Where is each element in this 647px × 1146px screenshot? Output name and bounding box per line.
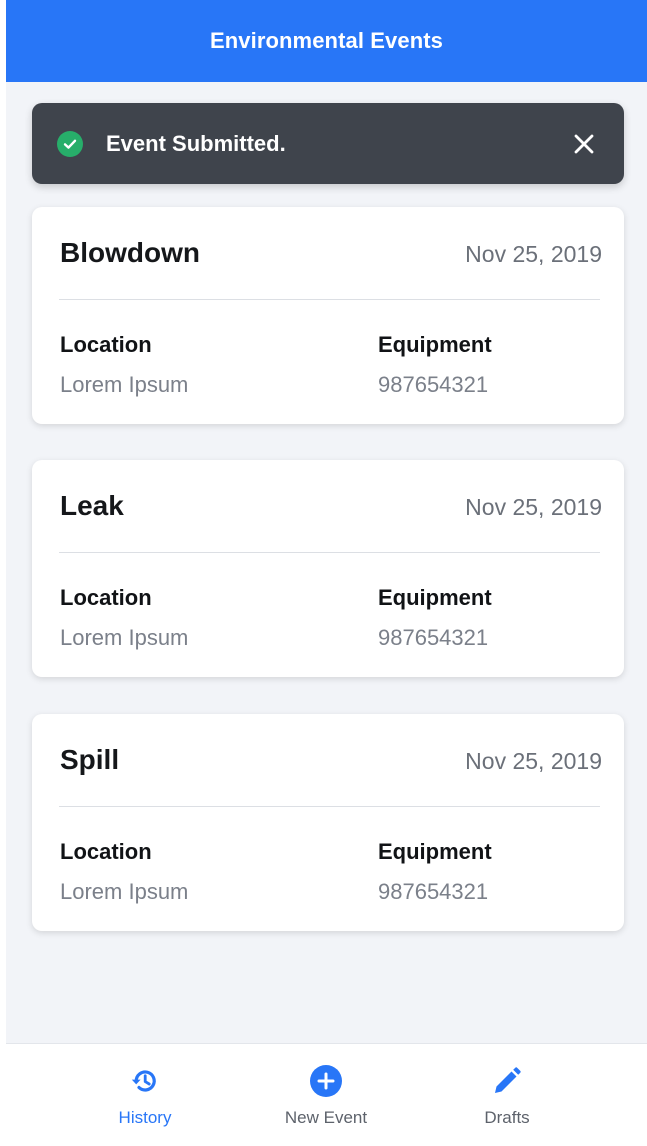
divider: [59, 299, 600, 300]
tab-new-event[interactable]: New Event: [251, 1044, 401, 1146]
check-circle-icon: [57, 130, 83, 157]
event-card-spill[interactable]: Spill Nov 25, 2019 Location Lorem Ipsum …: [32, 714, 624, 931]
event-title: Spill: [60, 744, 120, 775]
location-value: Lorem Ipsum: [60, 625, 189, 650]
tab-label: History: [118, 1108, 172, 1127]
tab-label: Drafts: [484, 1108, 530, 1127]
app-screen: Environmental Events Event Submitted. Bl…: [0, 0, 647, 1146]
event-title: Leak: [60, 490, 124, 521]
location-label: Location: [60, 585, 152, 610]
close-icon: [574, 134, 594, 153]
pencil-icon: [490, 1064, 524, 1098]
equipment-label: Equipment: [378, 585, 492, 610]
equipment-label: Equipment: [378, 332, 492, 357]
plus-circle-icon: [309, 1064, 343, 1098]
tab-history[interactable]: History: [70, 1044, 220, 1146]
event-date: Nov 25, 2019: [465, 241, 602, 267]
location-value: Lorem Ipsum: [60, 372, 189, 397]
equipment-label: Equipment: [378, 839, 492, 864]
left-edge: [0, 0, 6, 1146]
event-title: Blowdown: [60, 237, 200, 268]
divider: [59, 806, 600, 807]
page-title: Environmental Events: [209, 28, 444, 53]
close-toast-button[interactable]: [570, 130, 598, 158]
location-value: Lorem Ipsum: [60, 879, 189, 904]
bottom-tab-bar: History New Event Drafts: [6, 1043, 647, 1146]
tab-drafts[interactable]: Drafts: [432, 1044, 582, 1146]
divider: [59, 552, 600, 553]
event-date: Nov 25, 2019: [465, 494, 602, 520]
equipment-value: 987654321: [378, 372, 489, 397]
success-toast: Event Submitted.: [32, 103, 624, 184]
toast-message: Event Submitted.: [106, 130, 286, 156]
event-card-leak[interactable]: Leak Nov 25, 2019 Location Lorem Ipsum E…: [32, 460, 624, 677]
tab-label: New Event: [284, 1108, 368, 1127]
location-label: Location: [60, 839, 152, 864]
app-header: Environmental Events: [6, 0, 647, 82]
event-date: Nov 25, 2019: [465, 748, 602, 774]
equipment-value: 987654321: [378, 625, 489, 650]
event-card-blowdown[interactable]: Blowdown Nov 25, 2019 Location Lorem Ips…: [32, 207, 624, 424]
equipment-value: 987654321: [378, 879, 489, 904]
location-label: Location: [60, 332, 152, 357]
history-icon: [128, 1064, 162, 1098]
